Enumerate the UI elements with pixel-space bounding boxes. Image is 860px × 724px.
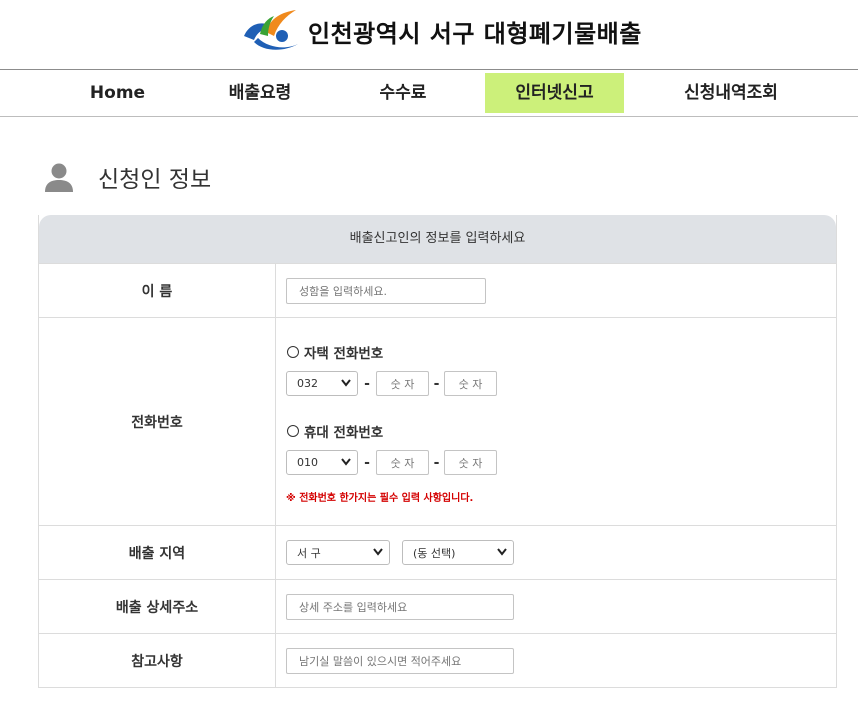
chevron-down-icon	[497, 548, 507, 556]
nav-request-history[interactable]: 신청내역조회	[668, 73, 794, 113]
name-label: 이 름	[39, 264, 276, 317]
mobile-phone-mid-input[interactable]: 숫 자	[376, 450, 429, 475]
address-input[interactable]	[286, 594, 514, 620]
separator-dash: -	[433, 375, 440, 392]
home-area-code-select[interactable]: 032	[286, 371, 358, 396]
phone-required-notice: ※ 전화번호 한가지는 필수 입력 사항입니다.	[286, 493, 474, 504]
home-area-code-value: 032	[297, 377, 318, 390]
region-cell: 서 구 (동 선택)	[276, 526, 836, 579]
name-cell	[276, 264, 836, 317]
site-title: 인천광역시 서구 대형폐기물배출	[308, 19, 642, 48]
chevron-down-icon	[373, 548, 383, 556]
address-cell	[276, 580, 836, 633]
site-header: 인천광역시 서구 대형폐기물배출	[0, 0, 860, 69]
name-input[interactable]	[286, 278, 486, 304]
separator-dash: -	[433, 454, 440, 471]
applicant-form: 배출신고인의 정보를 입력하세요 이 름 전화번호 자택 전화번호 032 - …	[38, 215, 837, 688]
home-phone-inputs: 032 - 숫 자 - 숫 자	[286, 371, 497, 396]
nav-home[interactable]: Home	[75, 73, 160, 113]
nav-fees[interactable]: 수수료	[353, 73, 453, 113]
section-header: 신청인 정보	[44, 160, 211, 194]
row-phone: 전화번호 자택 전화번호 032 - 숫 자 - 숫 자 휴대 전화번호 010…	[39, 317, 836, 525]
row-address: 배출 상세주소	[39, 579, 836, 633]
dong-value: (동 선택)	[413, 546, 456, 560]
mobile-prefix-select[interactable]: 010	[286, 450, 358, 475]
row-memo: 참고사항	[39, 633, 836, 687]
row-region: 배출 지역 서 구 (동 선택)	[39, 525, 836, 579]
home-phone-option[interactable]: 자택 전화번호	[287, 342, 383, 362]
row-name: 이 름	[39, 263, 836, 317]
phone-label: 전화번호	[39, 318, 276, 525]
district-select[interactable]: 서 구	[286, 540, 390, 565]
chevron-down-icon	[341, 458, 351, 466]
home-phone-label: 자택 전화번호	[304, 346, 384, 362]
main-nav: Home 배출요령 수수료 인터넷신고 신청내역조회	[0, 69, 858, 117]
incheon-seogu-logo-icon	[244, 10, 298, 50]
address-label: 배출 상세주소	[39, 580, 276, 633]
home-phone-last-input[interactable]: 숫 자	[444, 371, 497, 396]
mobile-phone-label: 휴대 전화번호	[304, 425, 384, 441]
home-phone-mid-input[interactable]: 숫 자	[376, 371, 429, 396]
memo-input[interactable]	[286, 648, 514, 674]
separator-dash: -	[364, 454, 370, 471]
nav-disposal-guide[interactable]: 배출요령	[210, 73, 310, 113]
home-phone-radio[interactable]	[287, 346, 299, 358]
nav-online-report[interactable]: 인터넷신고	[485, 73, 624, 113]
section-title: 신청인 정보	[98, 167, 212, 193]
chevron-down-icon	[341, 379, 351, 387]
form-heading: 배출신고인의 정보를 입력하세요	[39, 215, 836, 263]
memo-cell	[276, 634, 836, 687]
memo-label: 참고사항	[39, 634, 276, 687]
region-label: 배출 지역	[39, 526, 276, 579]
mobile-prefix-value: 010	[297, 456, 318, 469]
dong-select[interactable]: (동 선택)	[402, 540, 514, 565]
mobile-phone-option[interactable]: 휴대 전화번호	[287, 421, 383, 441]
site-logo[interactable]: 인천광역시 서구 대형폐기물배출	[240, 6, 642, 56]
phone-cell: 자택 전화번호 032 - 숫 자 - 숫 자 휴대 전화번호 010 - 숫 …	[276, 318, 836, 525]
separator-dash: -	[364, 375, 370, 392]
user-icon	[45, 163, 73, 192]
mobile-phone-last-input[interactable]: 숫 자	[444, 450, 497, 475]
mobile-phone-inputs: 010 - 숫 자 - 숫 자	[286, 450, 497, 475]
mobile-phone-radio[interactable]	[287, 425, 299, 437]
district-value: 서 구	[297, 546, 321, 560]
